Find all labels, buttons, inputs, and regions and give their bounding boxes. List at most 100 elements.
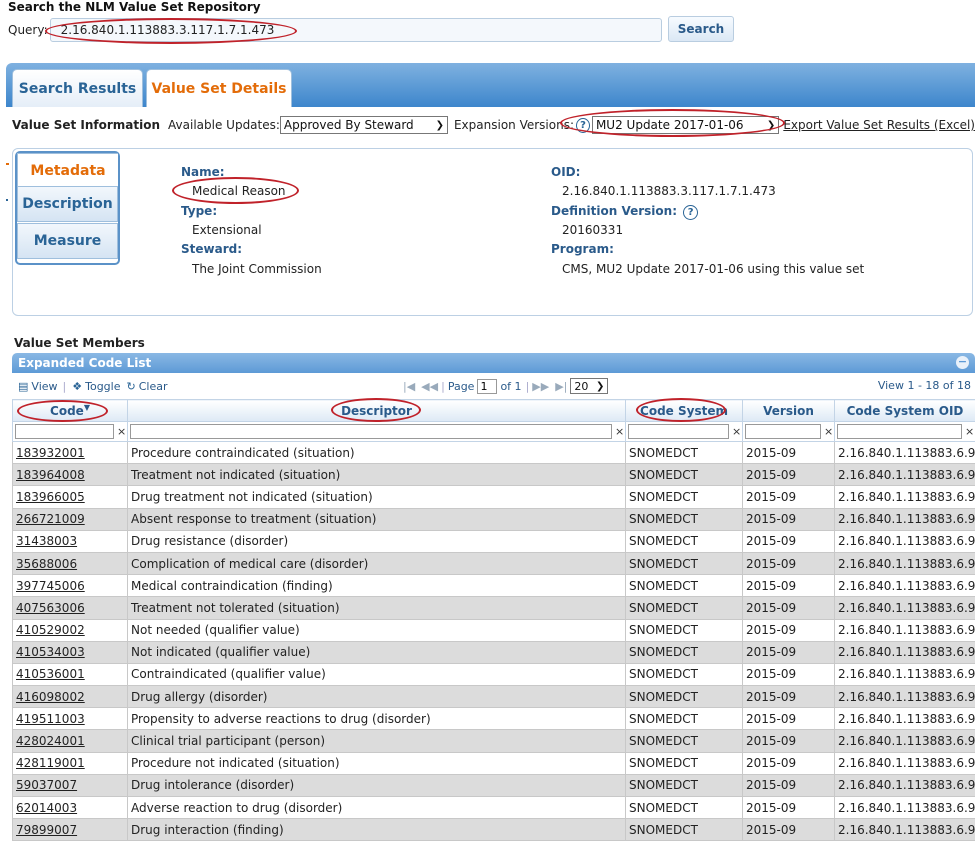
page-input[interactable] — [477, 378, 498, 394]
filter-input-version[interactable] — [745, 424, 821, 439]
table-row[interactable]: 410529002 Not needed (qualifier value) SNO… — [12, 618, 975, 642]
column-header-code[interactable]: Code▼ — [12, 399, 128, 422]
oid-cell: 2.16.840.1.113883.6.96 — [834, 440, 975, 465]
filter-cell: × — [742, 421, 835, 442]
column-header-descriptor[interactable]: Descriptor — [127, 399, 626, 422]
search-button[interactable]: Search — [668, 16, 734, 42]
help-icon[interactable]: ? — [576, 117, 590, 133]
clear-button[interactable]: ↻ Clear — [126, 380, 167, 393]
query-input[interactable] — [49, 18, 662, 42]
last-page-icon[interactable]: ▶| — [555, 380, 567, 393]
table-row[interactable]: 397745006 Medical contraindication (findi… — [12, 574, 975, 598]
table-row[interactable]: 266721009 Absent response to treatment (s… — [12, 507, 975, 531]
code-link[interactable]: 59037007 — [16, 778, 77, 792]
table-row[interactable]: 416098002 Drug allergy (disorder) SNOMEDCT… — [12, 685, 975, 709]
version-cell: 2015-09 — [742, 574, 835, 598]
oid-cell: 2.16.840.1.113883.6.96 — [834, 618, 975, 642]
toggle-button[interactable]: ❖ Toggle — [72, 380, 120, 393]
code-link[interactable]: 410536001 — [16, 667, 85, 681]
pin-icon: ❖ — [72, 379, 83, 393]
clear-icon[interactable]: × — [732, 425, 741, 438]
filter-input-code-system[interactable] — [628, 424, 729, 439]
clear-label: Clear — [138, 379, 168, 393]
first-page-icon[interactable]: |◀ — [403, 380, 415, 393]
code-link[interactable]: 35688006 — [16, 557, 77, 571]
export-link[interactable]: Export Value Set Results (Excel) — [783, 118, 975, 132]
version-cell: 2015-09 — [742, 795, 835, 820]
table-row[interactable]: 183932001 Procedure contraindicated (situ… — [12, 440, 975, 465]
descriptor-cell: Drug allergy (disorder) — [127, 685, 626, 709]
clear-icon[interactable]: × — [965, 425, 974, 438]
code-link[interactable]: 419511003 — [16, 712, 85, 726]
clear-icon[interactable]: × — [117, 425, 126, 438]
table-row[interactable]: 31438003 Drug resistance (disorder) SNOMED… — [12, 529, 975, 553]
document-icon: ▤ — [18, 379, 29, 393]
view-button[interactable]: ▤ View — [18, 380, 58, 393]
side-tab-measure[interactable]: Measure — [17, 223, 118, 259]
version-cell: 2015-09 — [742, 662, 835, 687]
version-cell: 2015-09 — [742, 751, 835, 775]
table-row[interactable]: 183966005 Drug treatment not indicated (s… — [12, 485, 975, 509]
code-cell: 416098002 — [12, 685, 128, 709]
table-row[interactable]: 79899007 Drug interaction (finding) SNOMED… — [12, 818, 975, 842]
table-row[interactable]: 59037007 Drug intolerance (disorder) SNOME… — [12, 773, 975, 798]
code-link[interactable]: 183966005 — [16, 490, 85, 504]
clear-icon[interactable]: × — [824, 425, 833, 438]
table-row[interactable]: 183964008 Treatment not indicated (situat… — [12, 463, 975, 487]
code-link[interactable]: 183964008 — [16, 468, 85, 482]
table-row[interactable]: 62014003 Adverse reaction to drug (disord… — [12, 795, 975, 820]
code-system-cell: SNOMEDCT — [625, 818, 743, 842]
descriptor-cell: Drug treatment not indicated (situation) — [127, 485, 626, 509]
code-cell: 266721009 — [12, 507, 128, 531]
code-link[interactable]: 31438003 — [16, 534, 77, 548]
updates-select[interactable]: Approved By Steward ❯ — [279, 116, 448, 134]
code-link[interactable]: 183932001 — [16, 446, 85, 460]
clear-icon[interactable]: × — [615, 425, 624, 438]
code-link[interactable]: 397745006 — [16, 579, 85, 593]
code-link[interactable]: 410529002 — [16, 623, 85, 637]
pager: |◀ ◀◀ | Page of 1 | ▶▶ ▶| 20 ❯ — [400, 375, 609, 397]
side-tab-description[interactable]: Description — [17, 186, 118, 222]
members-title: Value Set Members — [14, 336, 145, 350]
side-tab-metadata[interactable]: Metadata — [17, 153, 118, 189]
code-cell: 59037007 — [12, 773, 128, 798]
tab-search-results[interactable]: Search Results — [12, 69, 143, 107]
table-row[interactable]: 419511003 Propensity to adverse reactions… — [12, 707, 975, 731]
code-link[interactable]: 407563006 — [16, 601, 85, 615]
rows-per-page-select[interactable]: 20 ❯ — [570, 378, 609, 394]
info-title: Value Set Information — [12, 118, 161, 132]
code-link[interactable]: 410534003 — [16, 645, 85, 659]
collapse-icon[interactable]: − — [956, 356, 969, 369]
code-link[interactable]: 79899007 — [16, 823, 77, 837]
table-row[interactable]: 410534003 Not indicated (qualifier value)… — [12, 640, 975, 664]
tab-value-set-details[interactable]: Value Set Details — [146, 69, 292, 107]
filter-input-oid[interactable] — [837, 424, 962, 439]
next-page-icon[interactable]: ▶▶ — [532, 380, 549, 393]
table-row[interactable]: 428119001 Procedure not indicated (situat… — [12, 751, 975, 775]
oid-cell: 2.16.840.1.113883.6.96 — [834, 795, 975, 820]
descriptor-cell: Drug resistance (disorder) — [127, 529, 626, 553]
code-system-cell: SNOMEDCT — [625, 751, 743, 775]
column-header-version[interactable]: Version — [742, 399, 835, 422]
column-header-code-system[interactable]: Code System — [625, 399, 743, 422]
filter-input-code[interactable] — [15, 424, 114, 439]
code-system-cell: SNOMEDCT — [625, 729, 743, 753]
code-system-cell: SNOMEDCT — [625, 795, 743, 820]
prev-page-icon[interactable]: ◀◀ — [421, 380, 438, 393]
code-link[interactable]: 62014003 — [16, 801, 77, 815]
column-header-code-system-oid[interactable]: Code System OID — [834, 399, 975, 422]
code-link[interactable]: 416098002 — [16, 690, 85, 704]
code-cell: 183964008 — [12, 463, 128, 487]
table-row[interactable]: 407563006 Treatment not tolerated (situat… — [12, 596, 975, 620]
expansion-select[interactable]: MU2 Update 2017-01-06 ❯ — [591, 116, 780, 134]
code-link[interactable]: 266721009 — [16, 512, 85, 526]
code-link[interactable]: 428024001 — [16, 734, 85, 748]
code-link[interactable]: 428119001 — [16, 756, 85, 770]
help-icon[interactable]: ? — [683, 205, 699, 220]
descriptor-cell: Treatment not indicated (situation) — [127, 463, 626, 487]
table-row[interactable]: 410536001 Contraindicated (qualifier valu… — [12, 662, 975, 687]
table-row[interactable]: 428024001 Clinical trial participant (per… — [12, 729, 975, 753]
code-cell: 79899007 — [12, 818, 128, 842]
filter-input-descriptor[interactable] — [130, 424, 612, 439]
table-row[interactable]: 35688006 Complication of medical care (di… — [12, 551, 975, 576]
